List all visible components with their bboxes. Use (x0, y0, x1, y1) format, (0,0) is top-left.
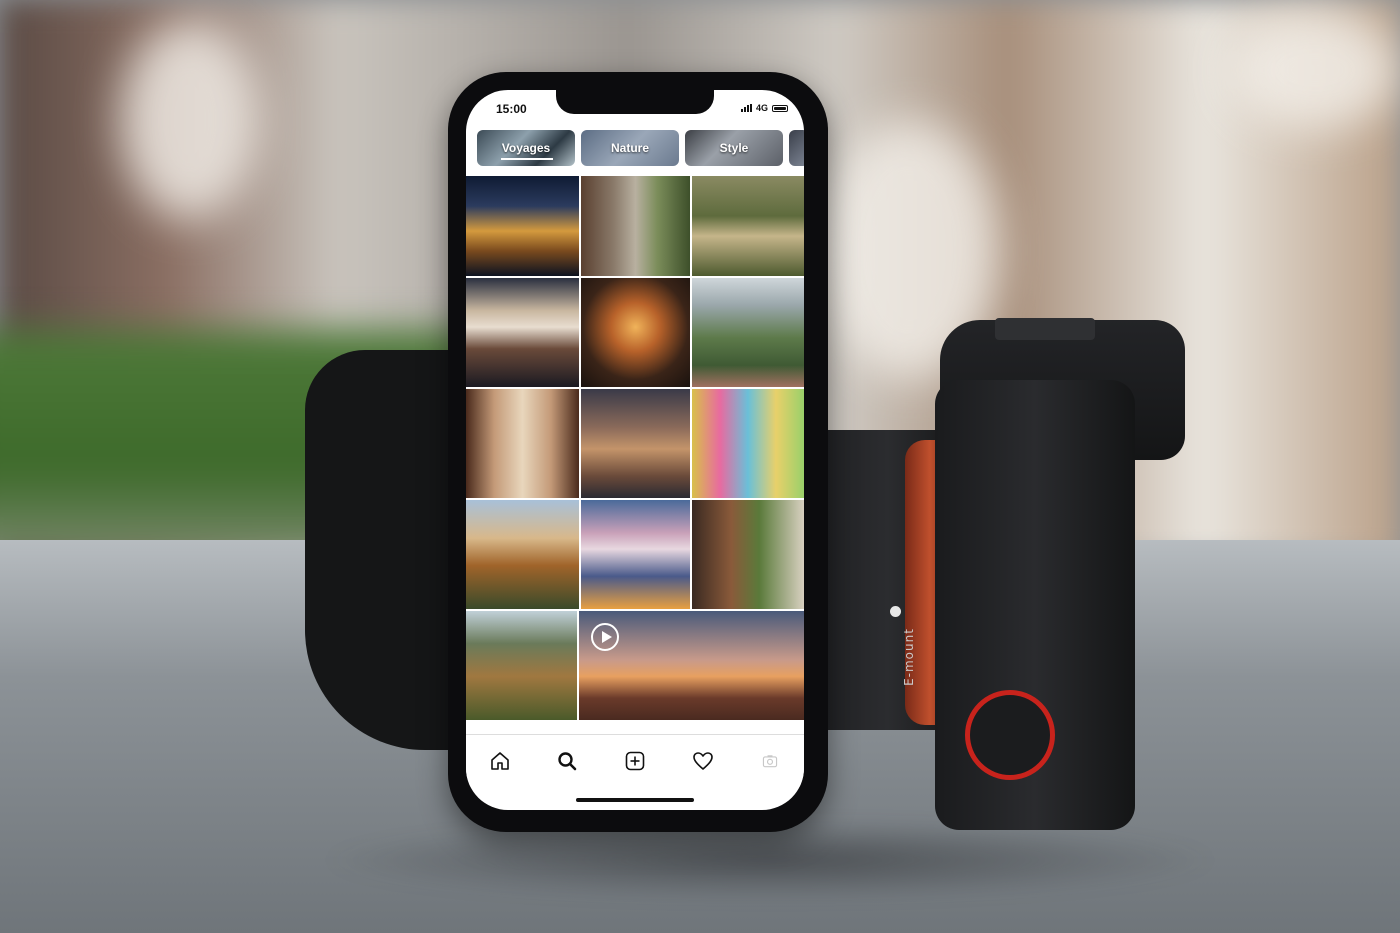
topic-chips: Voyages Nature Style (477, 130, 804, 166)
tab-bar (466, 734, 804, 787)
tile-hallstatt[interactable] (581, 500, 690, 609)
tile-brownstones[interactable] (692, 500, 804, 609)
battery-icon (772, 104, 788, 112)
tile-waterfall[interactable] (692, 176, 804, 276)
network-label: 4G (755, 103, 768, 113)
add-icon (625, 751, 645, 771)
tile-video-lighthouse[interactable] (579, 611, 804, 720)
tab-profile[interactable] (753, 744, 787, 778)
tile-street-alley[interactable] (581, 176, 690, 276)
tab-search[interactable] (550, 744, 584, 778)
search-icon (558, 752, 577, 771)
bokeh-light (120, 20, 260, 220)
status-indicators: 4G (740, 103, 788, 113)
tile-roman-forum[interactable] (466, 500, 579, 609)
tile-autumn-lens[interactable] (581, 278, 690, 387)
tile-castle-night[interactable] (466, 176, 579, 276)
topic-chip-nature[interactable]: Nature (581, 130, 679, 166)
status-time: 15:00 (496, 102, 527, 116)
tile-coast[interactable] (692, 278, 804, 387)
topic-label: Voyages (501, 141, 551, 155)
signal-icon (740, 104, 752, 112)
topic-label: Nature (610, 141, 649, 155)
tile-colosseum[interactable] (581, 389, 690, 498)
topic-label: Style (719, 141, 749, 155)
home-indicator (576, 798, 694, 802)
heart-icon (692, 752, 713, 770)
tab-activity[interactable] (686, 744, 720, 778)
camera-dial (965, 690, 1055, 780)
profile-icon (763, 755, 778, 768)
tile-castle-lake[interactable] (466, 278, 579, 387)
bokeh-light (1230, 10, 1400, 130)
tile-window-view[interactable] (466, 389, 579, 498)
phone-notch (556, 90, 714, 114)
topic-chip-style[interactable]: Style (685, 130, 783, 166)
table-reflection (320, 820, 1220, 900)
phone-screen: 15:00 4G Voyages Nature Style (466, 90, 804, 810)
tile-cochem-castle[interactable] (466, 611, 577, 720)
tab-home[interactable] (483, 744, 517, 778)
topic-chip-voyages[interactable]: Voyages (477, 130, 575, 166)
topic-chip-next[interactable] (789, 130, 804, 166)
camera-hotshoe (995, 318, 1095, 340)
selected-indicator (501, 158, 553, 160)
tile-colorful-street[interactable] (692, 389, 804, 498)
tab-add[interactable] (618, 744, 652, 778)
mount-index-dot (890, 606, 901, 617)
mount-label: E-mount (901, 628, 916, 686)
home-icon (490, 752, 509, 770)
play-icon (591, 623, 619, 651)
